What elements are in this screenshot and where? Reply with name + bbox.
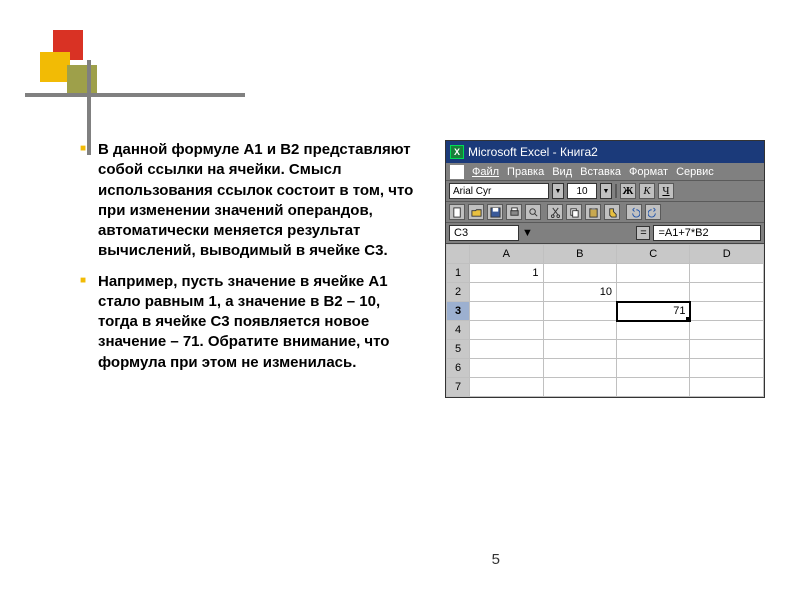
cell-C3[interactable]: 71 [617,302,690,321]
copy-icon[interactable] [566,204,582,220]
cell-D6[interactable] [690,359,764,378]
col-header-A[interactable]: A [470,245,543,264]
menu-format[interactable]: Формат [629,166,668,178]
print-preview-icon[interactable] [525,204,541,220]
cell-D2[interactable] [690,283,764,302]
redo-icon[interactable] [645,204,661,220]
formatting-toolbar: Arial Cyr ▼ 10 ▼ Ж К Ч [446,181,764,202]
cell-D3[interactable] [690,302,764,321]
standard-toolbar [446,202,764,223]
cell-B2[interactable]: 10 [543,283,616,302]
undo-icon[interactable] [626,204,642,220]
font-name-dropdown[interactable]: Arial Cyr [449,183,549,199]
cell-B1[interactable] [543,264,616,283]
save-icon[interactable] [487,204,503,220]
cell-B5[interactable] [543,340,616,359]
cell-A4[interactable] [470,321,543,340]
formula-input[interactable]: =A1+7*B2 [653,225,761,241]
excel-app-icon: X [450,145,464,159]
cell-A7[interactable] [470,378,543,397]
open-file-icon[interactable] [468,204,484,220]
excel-menubar: Файл Правка Вид Вставка Формат Сервис [446,163,764,181]
cell-B3[interactable] [543,302,616,321]
cell-C2[interactable] [617,283,690,302]
font-size-dropdown[interactable]: 10 [567,183,597,199]
formula-equals-button[interactable]: = [636,226,650,240]
menu-tools[interactable]: Сервис [676,166,714,178]
print-icon[interactable] [506,204,522,220]
bullet-1: В данной формуле А1 и В2 представляют со… [80,140,420,262]
row-header-2[interactable]: 2 [447,283,470,302]
excel-titlebar: X Microsoft Excel - Книга2 [446,141,764,163]
cell-C6[interactable] [617,359,690,378]
cell-B7[interactable] [543,378,616,397]
menu-file[interactable]: Файл [472,166,499,178]
row-header-7[interactable]: 7 [447,378,470,397]
col-header-C[interactable]: C [617,245,690,264]
cell-C4[interactable] [617,321,690,340]
cell-A1[interactable]: 1 [470,264,543,283]
name-box-caret-icon[interactable]: ▼ [522,227,533,239]
excel-window: X Microsoft Excel - Книга2 Файл Правка В… [445,140,765,398]
excel-title-text: Microsoft Excel - Книга2 [468,145,598,159]
logo-square-olive [67,65,97,95]
italic-button[interactable]: К [639,183,655,199]
menu-insert[interactable]: Вставка [580,166,621,178]
format-painter-icon[interactable] [604,204,620,220]
spreadsheet-grid[interactable]: A B C D 112 10 3 71 4567 [446,244,764,397]
cell-A3[interactable] [470,302,543,321]
menu-edit[interactable]: Правка [507,166,544,178]
cell-A5[interactable] [470,340,543,359]
font-name-caret-icon[interactable]: ▼ [552,183,564,199]
bullet-2: Например, пусть значение в ячейке А1 ста… [80,272,420,373]
cell-C1[interactable] [617,264,690,283]
cell-B4[interactable] [543,321,616,340]
cell-D4[interactable] [690,321,764,340]
toolbar-separator [615,184,617,198]
cell-D5[interactable] [690,340,764,359]
logo-hbar [25,93,245,97]
cell-B6[interactable] [543,359,616,378]
menu-view[interactable]: Вид [552,166,572,178]
cut-icon[interactable] [547,204,563,220]
cell-C7[interactable] [617,378,690,397]
cell-A2[interactable] [470,283,543,302]
name-box[interactable]: C3 [449,225,519,241]
cell-D7[interactable] [690,378,764,397]
select-all-corner[interactable] [447,245,470,264]
formula-bar: C3 ▼ = =A1+7*B2 [446,223,764,244]
row-header-4[interactable]: 4 [447,321,470,340]
row-header-6[interactable]: 6 [447,359,470,378]
underline-button[interactable]: Ч [658,183,674,199]
cell-D1[interactable] [690,264,764,283]
logo-square-yellow [40,52,70,82]
slide-logo [25,30,145,115]
paste-icon[interactable] [585,204,601,220]
bold-button[interactable]: Ж [620,183,636,199]
row-header-5[interactable]: 5 [447,340,470,359]
font-size-caret-icon[interactable]: ▼ [600,183,612,199]
slide-body: В данной формуле А1 и В2 представляют со… [80,140,420,383]
row-header-3[interactable]: 3 [447,302,470,321]
new-file-icon[interactable] [449,204,465,220]
cell-A6[interactable] [470,359,543,378]
excel-doc-icon [450,165,464,179]
row-header-1[interactable]: 1 [447,264,470,283]
col-header-D[interactable]: D [690,245,764,264]
col-header-B[interactable]: B [543,245,616,264]
cell-C5[interactable] [617,340,690,359]
page-number: 5 [492,551,500,568]
